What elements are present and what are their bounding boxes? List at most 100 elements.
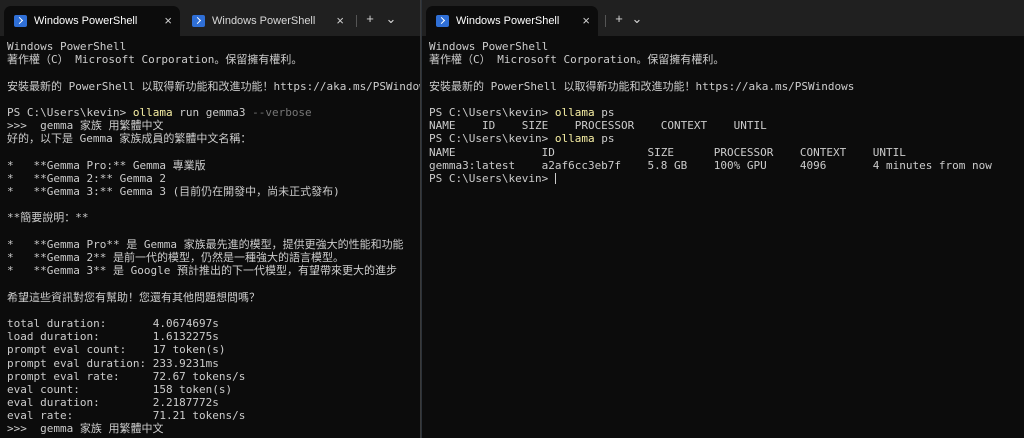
terminal-line: prompt eval duration: 233.9231ms bbox=[7, 357, 420, 370]
terminal-line: * **Gemma Pro** 是 Gemma 家族最先進的模型，提供更強大的性… bbox=[7, 238, 420, 251]
tab-dropdown-button[interactable]: ⌄ bbox=[382, 10, 400, 28]
tab-powershell[interactable]: Windows PowerShell × bbox=[426, 6, 598, 36]
terminal-line: * **Gemma 3** 是 Google 預計推出的下一代模型，有望帶來更大… bbox=[7, 264, 420, 277]
right-tab-bar: Windows PowerShell × + ⌄ bbox=[422, 0, 1024, 36]
terminal-text: 好的，以下是 Gemma 家族成員的繁體中文名稱： bbox=[7, 132, 252, 146]
terminal-text: load duration: 1.6132275s bbox=[7, 330, 219, 344]
terminal-line: prompt eval count: 17 token(s) bbox=[7, 343, 420, 356]
terminal-line: **簡要說明：** bbox=[7, 211, 420, 224]
terminal-text: run gemma3 bbox=[172, 105, 253, 119]
terminal-line: PS C:\Users\kevin> ollama ps bbox=[429, 132, 1024, 145]
terminal-line: gemma3:latest a2af6cc3eb7f 5.8 GB 100% G… bbox=[429, 159, 1024, 172]
terminal-line: eval count: 158 token(s) bbox=[7, 383, 420, 396]
close-tab-icon[interactable]: × bbox=[336, 6, 344, 36]
command-name: ollama bbox=[554, 105, 595, 119]
terminal-text: 安裝最新的 PowerShell 以取得新功能和改進功能！https://aka… bbox=[429, 79, 855, 93]
terminal-line: * **Gemma 3:** Gemma 3 (目前仍在開發中，尚未正式發布) bbox=[7, 185, 420, 198]
terminal-line: Windows PowerShell bbox=[7, 40, 420, 53]
terminal-text: total duration: 4.0674697s bbox=[7, 316, 219, 330]
terminal-line: 著作權（C） Microsoft Corporation。保留擁有權利。 bbox=[429, 53, 1024, 66]
terminal-line: 希望這些資訊對您有幫助！您還有其他問題想問嗎？ bbox=[7, 291, 420, 304]
terminal-line: NAME ID SIZE PROCESSOR CONTEXT UNTIL bbox=[429, 119, 1024, 132]
terminal-text: * **Gemma 3:** Gemma 3 (目前仍在開發中，尚未正式發布) bbox=[7, 185, 340, 199]
terminal-text: **簡要說明：** bbox=[7, 211, 89, 225]
terminal-text: Windows PowerShell bbox=[429, 40, 549, 53]
left-terminal-window: Windows PowerShell × Windows PowerShell … bbox=[0, 0, 421, 438]
new-tab-button[interactable]: + bbox=[610, 10, 628, 28]
terminal-line: eval rate: 71.21 tokens/s bbox=[7, 409, 420, 422]
terminal-line: * **Gemma 2:** Gemma 2 bbox=[7, 172, 420, 185]
close-tab-icon[interactable]: × bbox=[582, 6, 590, 36]
terminal-text: 著作權（C） Microsoft Corporation。保留擁有權利。 bbox=[429, 53, 725, 67]
terminal-text: prompt eval rate: 72.67 tokens/s bbox=[7, 369, 246, 383]
terminal-line: eval duration: 2.2187772s bbox=[7, 396, 420, 409]
tab-powershell-1[interactable]: Windows PowerShell × bbox=[4, 6, 180, 36]
terminal-line: total duration: 4.0674697s bbox=[7, 317, 420, 330]
terminal-line: * **Gemma Pro:** Gemma 專業版 bbox=[7, 159, 420, 172]
terminal-text: ps bbox=[594, 105, 615, 119]
tab-label: Windows PowerShell bbox=[34, 15, 138, 27]
command-parameter: --verbose bbox=[252, 105, 312, 119]
terminal-line: NAME ID SIZE PROCESSOR CONTEXT UNTIL bbox=[429, 146, 1024, 159]
terminal-text: eval rate: 71.21 tokens/s bbox=[7, 409, 246, 423]
terminal-text: 著作權（C） Microsoft Corporation。保留擁有權利。 bbox=[7, 53, 303, 67]
terminal-text: PS C:\Users\kevin> bbox=[429, 171, 555, 185]
terminal-text: eval duration: 2.2187772s bbox=[7, 396, 219, 410]
left-tab-bar: Windows PowerShell × Windows PowerShell … bbox=[0, 0, 420, 36]
terminal-text: * **Gemma 3** 是 Google 預計推出的下一代模型，有望帶來更大… bbox=[7, 264, 397, 278]
terminal-text: * **Gemma 2:** Gemma 2 bbox=[7, 171, 166, 185]
terminal-text: PS C:\Users\kevin> bbox=[7, 105, 133, 119]
close-tab-icon[interactable]: × bbox=[164, 6, 172, 36]
text-cursor bbox=[554, 173, 556, 185]
terminal-line: prompt eval rate: 72.67 tokens/s bbox=[7, 370, 420, 383]
tab-dropdown-button[interactable]: ⌄ bbox=[628, 10, 646, 28]
terminal-text: * **Gemma Pro** 是 Gemma 家族最先進的模型，提供更強大的性… bbox=[7, 237, 404, 251]
terminal-line: 好的，以下是 Gemma 家族成員的繁體中文名稱： bbox=[7, 132, 420, 145]
terminal-text: gemma3:latest a2af6cc3eb7f 5.8 GB 100% G… bbox=[429, 158, 992, 172]
terminal-text: prompt eval count: 17 token(s) bbox=[7, 343, 226, 357]
terminal-line: 安裝最新的 PowerShell 以取得新功能和改進功能！https://aka… bbox=[429, 80, 1024, 93]
terminal-line: 安裝最新的 PowerShell 以取得新功能和改進功能！https://aka… bbox=[7, 80, 420, 93]
new-tab-button[interactable]: + bbox=[361, 10, 379, 28]
powershell-icon bbox=[14, 15, 27, 27]
tab-powershell-2[interactable]: Windows PowerShell × bbox=[182, 6, 352, 36]
terminal-text: PS C:\Users\kevin> bbox=[429, 132, 555, 146]
terminal-line: PS C:\Users\kevin> bbox=[429, 172, 1024, 185]
terminal-text: >>> gemma 家族 用繁體中文 bbox=[7, 422, 164, 436]
terminal-line: load duration: 1.6132275s bbox=[7, 330, 420, 343]
right-terminal-window: Windows PowerShell × + ⌄ Windows PowerSh… bbox=[422, 0, 1024, 438]
command-name: ollama bbox=[554, 132, 595, 146]
terminal-text: NAME ID SIZE PROCESSOR CONTEXT UNTIL bbox=[429, 119, 767, 133]
terminal-text: >>> gemma 家族 用繁體中文 bbox=[7, 119, 164, 133]
terminal-text: * **Gemma Pro:** Gemma 專業版 bbox=[7, 158, 206, 172]
terminal-output[interactable]: Windows PowerShell 著作權（C） Microsoft Corpo… bbox=[0, 36, 420, 438]
tab-separator bbox=[356, 15, 357, 27]
terminal-text: ps bbox=[594, 132, 615, 146]
tab-label: Windows PowerShell bbox=[212, 15, 316, 27]
terminal-text: eval count: 158 token(s) bbox=[7, 382, 233, 396]
powershell-icon bbox=[192, 15, 205, 27]
terminal-line: 著作權（C） Microsoft Corporation。保留擁有權利。 bbox=[7, 53, 420, 66]
terminal-line: >>> gemma 家族 用繁體中文 bbox=[7, 119, 420, 132]
terminal-text: PS C:\Users\kevin> bbox=[429, 105, 555, 119]
terminal-text: Windows PowerShell bbox=[7, 40, 127, 53]
tab-separator bbox=[605, 15, 606, 27]
terminal-text: NAME ID SIZE PROCESSOR CONTEXT UNTIL bbox=[429, 145, 906, 159]
terminal-line: >>> gemma 家族 用繁體中文 bbox=[7, 422, 420, 435]
terminal-line: Windows PowerShell bbox=[429, 40, 1024, 53]
terminal-text: prompt eval duration: 233.9231ms bbox=[7, 356, 219, 370]
powershell-icon bbox=[436, 15, 449, 27]
terminal-output[interactable]: Windows PowerShell 著作權（C） Microsoft Corpo… bbox=[422, 36, 1024, 438]
terminal-line: PS C:\Users\kevin> ollama ps bbox=[429, 106, 1024, 119]
terminal-line: * **Gemma 2** 是前一代的模型，仍然是一種強大的語言模型。 bbox=[7, 251, 420, 264]
terminal-text: 安裝最新的 PowerShell 以取得新功能和改進功能！https://aka… bbox=[7, 79, 421, 93]
